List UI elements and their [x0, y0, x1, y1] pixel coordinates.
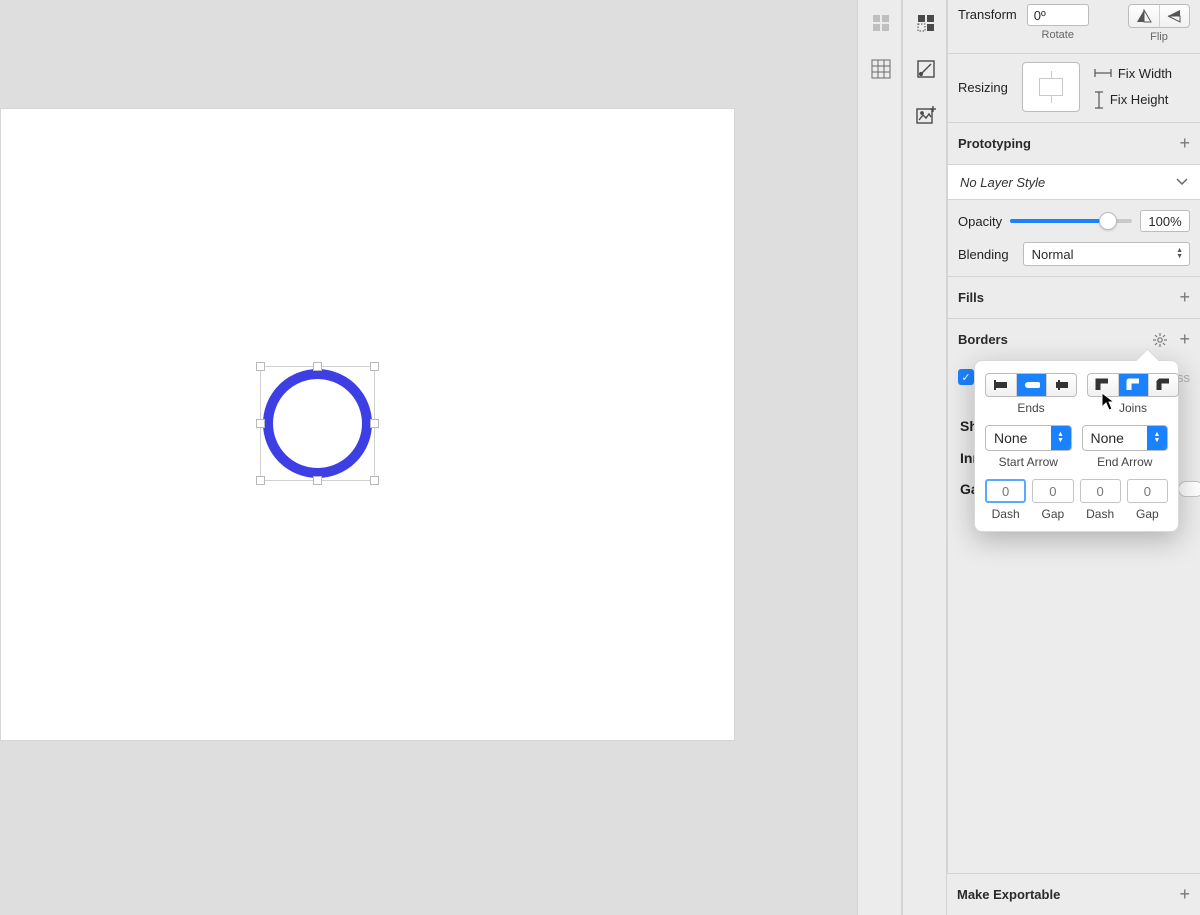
fix-height-toggle[interactable]: Fix Height [1094, 91, 1172, 109]
resize-handle-ne[interactable] [370, 362, 379, 371]
opacity-slider-thumb[interactable] [1099, 212, 1117, 230]
dash1-input[interactable] [985, 479, 1026, 503]
resizing-label: Resizing [958, 80, 1008, 95]
gap2-label: Gap [1136, 507, 1159, 521]
border-enabled-checkbox[interactable]: ✓ [958, 369, 974, 385]
flip-buttons [1128, 4, 1190, 28]
make-exportable-header[interactable]: Make Exportable + [947, 873, 1200, 915]
image-add-icon[interactable] [903, 92, 948, 138]
resize-handle-se[interactable] [370, 476, 379, 485]
rotate-input[interactable]: 0º [1027, 4, 1089, 26]
resizing-pin-control[interactable] [1022, 62, 1080, 112]
rotate-sublabel: Rotate [1042, 29, 1074, 41]
selection-bounds [260, 366, 375, 481]
join-bevel-button[interactable] [1148, 374, 1178, 396]
gap2-input[interactable] [1127, 479, 1168, 503]
canvas-area[interactable] [0, 0, 860, 915]
oval-shape[interactable] [263, 369, 372, 478]
border-options-popover: Ends Joins None ▲▼ Start Arrow [974, 360, 1179, 532]
resize-handle-n[interactable] [313, 362, 322, 371]
view-switcher-strip [857, 0, 902, 915]
layer-style-select[interactable]: No Layer Style [948, 164, 1200, 200]
flip-sublabel: Flip [1150, 31, 1168, 43]
join-round-button[interactable] [1118, 374, 1148, 396]
end-project-button[interactable] [1046, 374, 1076, 396]
prototyping-header[interactable]: Prototyping + [948, 122, 1200, 164]
mouse-cursor-icon [1101, 392, 1117, 412]
opacity-slider[interactable] [1010, 219, 1132, 223]
gap1-input[interactable] [1032, 479, 1073, 503]
blending-select[interactable]: Normal ▲▼ [1023, 242, 1190, 266]
dash2-label: Dash [1086, 507, 1114, 521]
start-arrow-label: Start Arrow [999, 455, 1058, 469]
add-border-icon[interactable]: + [1179, 329, 1190, 350]
flip-vertical-button[interactable] [1159, 5, 1189, 27]
dash2-input[interactable] [1080, 479, 1121, 503]
joins-label: Joins [1119, 401, 1147, 415]
resize-handle-e[interactable] [370, 419, 379, 428]
transform-label: Transform [958, 4, 1017, 22]
layout-tiles-icon[interactable] [858, 0, 903, 46]
end-butt-button[interactable] [986, 374, 1016, 396]
blending-label: Blending [958, 247, 1009, 262]
align-tool-icon[interactable] [903, 0, 948, 46]
resize-handle-nw[interactable] [256, 362, 265, 371]
opacity-input[interactable]: 100% [1140, 210, 1190, 232]
add-prototype-icon[interactable]: + [1179, 133, 1190, 154]
gap1-label: Gap [1042, 507, 1065, 521]
fills-header[interactable]: Fills + [948, 276, 1200, 318]
tool-strip [902, 0, 947, 915]
resize-handle-sw[interactable] [256, 476, 265, 485]
resize-handle-w[interactable] [256, 419, 265, 428]
ends-label: Ends [1017, 401, 1044, 415]
add-fill-icon[interactable]: + [1179, 287, 1190, 308]
end-arrow-select[interactable]: None ▲▼ [1082, 425, 1169, 451]
fix-width-toggle[interactable]: Fix Width [1094, 66, 1172, 81]
flip-horizontal-button[interactable] [1129, 5, 1159, 27]
updown-icon: ▲▼ [1176, 248, 1183, 260]
end-round-button[interactable] [1016, 374, 1046, 396]
line-ends-group [985, 373, 1077, 397]
add-export-icon[interactable]: + [1179, 884, 1190, 905]
opacity-label: Opacity [958, 214, 1002, 229]
gear-icon[interactable] [1153, 333, 1167, 347]
grid-icon[interactable] [858, 46, 903, 92]
dash1-label: Dash [992, 507, 1020, 521]
vector-edit-icon[interactable] [903, 46, 948, 92]
chevron-down-icon [1176, 178, 1188, 186]
blur-toggle[interactable] [1178, 481, 1200, 497]
end-arrow-label: End Arrow [1097, 455, 1152, 469]
borders-header[interactable]: Borders + [948, 318, 1200, 360]
start-arrow-select[interactable]: None ▲▼ [985, 425, 1072, 451]
resize-handle-s[interactable] [313, 476, 322, 485]
